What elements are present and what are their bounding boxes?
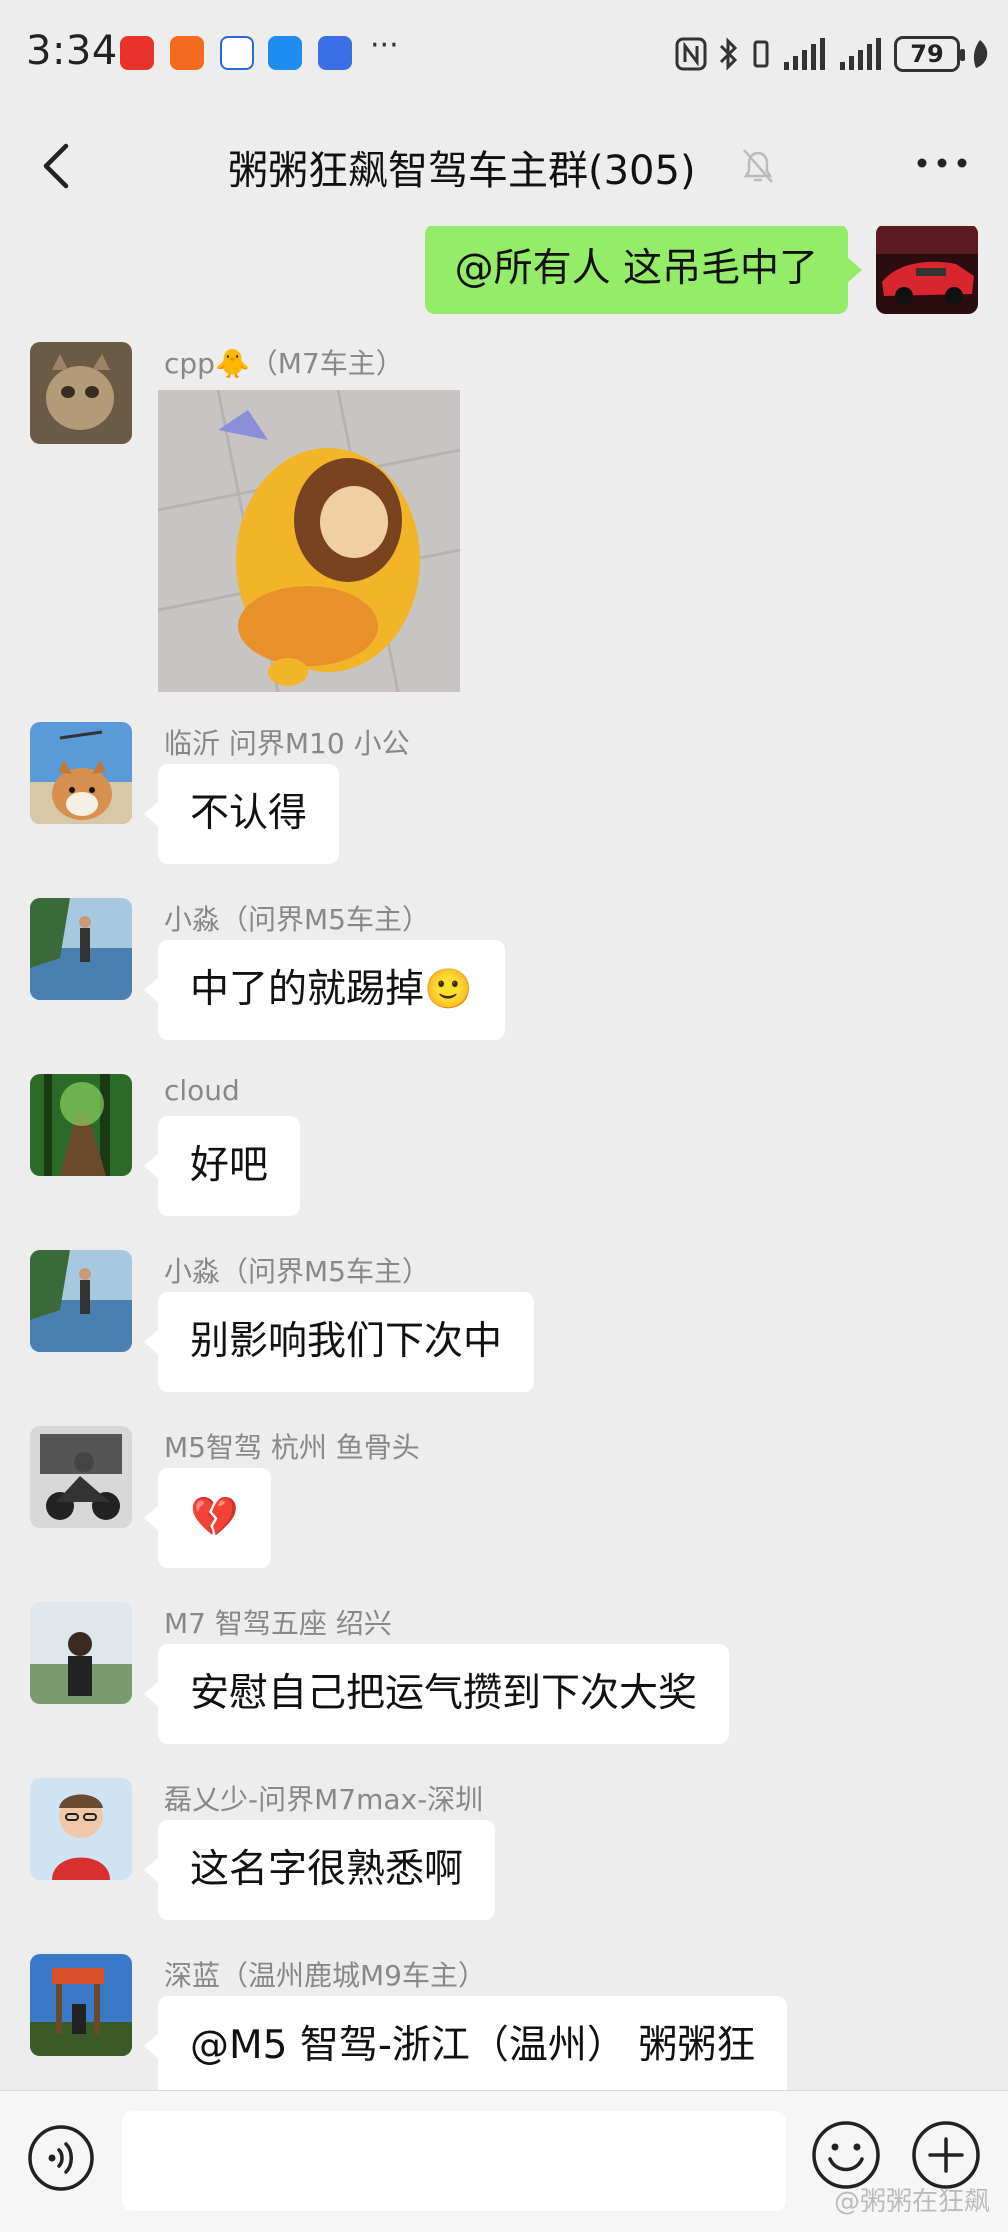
leaf-icon (973, 40, 988, 68)
battery-indicator: 79 (894, 36, 965, 72)
message-item: 磊乂少-问界M7max-深圳 这名字很熟悉啊 (0, 1778, 1008, 1928)
signal-2-icon (840, 38, 881, 70)
message-item: 临沂 问界M10 小公 不认得 (0, 722, 1008, 872)
huawei-app-icon (120, 36, 154, 70)
message-item: M7 智驾五座 绍兴 安慰自己把运气攒到下次大奖 (0, 1602, 1008, 1752)
message-bubble[interactable]: 不认得 (143, 764, 340, 864)
sender-name: 小淼（问界M5车主） (164, 1255, 430, 1288)
message-item: 小淼（问界M5车主） 中了的就踢掉🙂 (0, 898, 1008, 1048)
my-message: @所有人 这吊毛中了 (0, 226, 1008, 316)
sender-name: 临沂 问界M10 小公 (164, 727, 410, 760)
sender-name: M7 智驾五座 绍兴 (164, 1607, 392, 1640)
avatar[interactable] (30, 1250, 132, 1352)
message-item: 深蓝（温州鹿城M9车主） @M5 智驾-浙江（温州） 粥粥狂 (0, 1954, 1008, 2090)
avatar[interactable] (30, 1074, 132, 1176)
message-bubble[interactable]: 这名字很熟悉啊 (143, 1820, 496, 1920)
avatar[interactable] (30, 342, 132, 444)
my-message-bubble[interactable]: @所有人 这吊毛中了 (424, 226, 863, 314)
sender-name: 小淼（问界M5车主） (164, 903, 430, 936)
input-bar: @粥粥在狂飙 (0, 2090, 1008, 2232)
sender-name: 磊乂少-问界M7max-深圳 (164, 1783, 484, 1816)
message-item: cloud 好吧 (0, 1074, 1008, 1224)
avatar[interactable] (30, 1778, 132, 1880)
message-item: 小淼（问界M5车主） 别影响我们下次中 (0, 1250, 1008, 1400)
back-icon[interactable] (36, 138, 84, 194)
watermark: @粥粥在狂飙 (833, 2187, 990, 2217)
chat-title: 粥粥狂飙智驾车主群(305) (228, 148, 696, 194)
bluetooth-icon (719, 37, 738, 71)
avatar[interactable] (30, 722, 132, 824)
taobao-app-icon (170, 36, 204, 70)
message-input[interactable] (122, 2111, 786, 2211)
vibrate-icon (753, 40, 769, 68)
message-bubble[interactable]: @M5 智驾-浙江（温州） 粥粥狂 (143, 1996, 788, 2090)
message-bubble[interactable]: 好吧 (143, 1116, 301, 1216)
more-icon[interactable] (912, 148, 972, 178)
signal-1-icon (784, 38, 825, 70)
message-bubble[interactable]: 💔 (144, 1468, 271, 1568)
avatar[interactable] (30, 1426, 132, 1528)
security-app-icon (318, 36, 352, 70)
my-avatar[interactable] (876, 226, 978, 314)
bank-app-icon (220, 36, 254, 70)
message-bubble[interactable]: 安慰自己把运气攒到下次大奖 (143, 1644, 730, 1744)
message-item: M5智驾 杭州 鱼骨头 💔 (0, 1426, 1008, 1576)
sender-name: cloud (164, 1074, 240, 1107)
sticker-image[interactable] (158, 390, 460, 692)
message-app-icon (268, 36, 302, 70)
message-bubble[interactable]: 中了的就踢掉🙂 (144, 940, 505, 1040)
chat-header: 粥粥狂飙智驾车主群(305) (0, 106, 1008, 226)
more-notifications-icon: ··· (370, 28, 399, 63)
avatar[interactable] (30, 1602, 132, 1704)
mute-bell-icon (743, 149, 773, 183)
message-list[interactable]: @所有人 这吊毛中了 cpp🐥（M7车主） 临沂 问界M10 小公 不认得 小淼… (0, 226, 1008, 2090)
sender-name: 深蓝（温州鹿城M9车主） (164, 1959, 486, 1992)
avatar[interactable] (30, 1954, 132, 2056)
message-bubble[interactable]: 别影响我们下次中 (143, 1292, 535, 1392)
status-time: 3:34 (26, 28, 118, 74)
sender-name: cpp🐥（M7车主） (164, 347, 404, 380)
status-right-group: 79 (674, 34, 990, 74)
status-bar: 3:34 ··· 79 (0, 0, 1008, 106)
avatar[interactable] (30, 898, 132, 1000)
voice-input-icon[interactable] (26, 2123, 96, 2193)
message-item: cpp🐥（M7车主） (0, 342, 1008, 692)
sender-name: M5智驾 杭州 鱼骨头 (164, 1431, 420, 1464)
nfc-icon (675, 37, 707, 71)
